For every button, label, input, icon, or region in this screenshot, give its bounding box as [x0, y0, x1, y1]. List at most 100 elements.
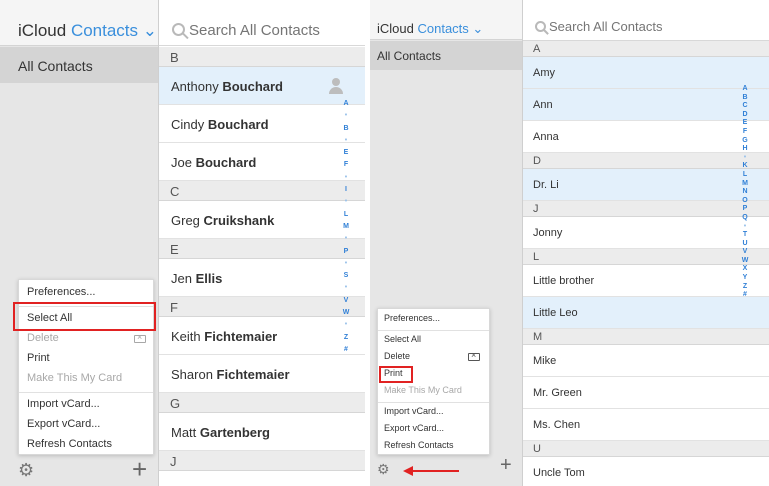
gear-icon[interactable]: ⚙: [18, 460, 34, 481]
index-letter[interactable]: •: [744, 223, 746, 230]
gear-icon[interactable]: ⚙: [377, 461, 390, 478]
contact-first-name: Ann: [533, 99, 553, 111]
index-letter[interactable]: U: [742, 240, 747, 247]
menu-item-import-vcard[interactable]: Import vCard...: [19, 395, 153, 414]
group-all-contacts[interactable]: All Contacts: [0, 47, 158, 83]
index-letter[interactable]: D: [742, 111, 747, 118]
index-letter[interactable]: M: [343, 223, 349, 230]
menu-item-import-vcard[interactable]: Import vCard...: [378, 404, 489, 419]
menu-item-label: Refresh Contacts: [384, 440, 454, 450]
index-letter[interactable]: B: [742, 94, 747, 101]
index-letter[interactable]: V: [743, 248, 748, 255]
contact-row[interactable]: Greg Cruikshank: [159, 201, 365, 239]
index-letter[interactable]: E: [743, 119, 748, 126]
index-letter[interactable]: O: [742, 197, 747, 204]
contact-row[interactable]: Anna: [523, 121, 769, 153]
contact-row[interactable]: Sharon Fichtemaier: [159, 355, 365, 393]
contact-row[interactable]: Jen Ellis: [159, 259, 365, 297]
menu-item-select-all[interactable]: Select All: [378, 332, 489, 347]
index-letter[interactable]: E: [344, 149, 349, 156]
menu-item-delete[interactable]: Delete: [378, 349, 489, 364]
menu-item-export-vcard[interactable]: Export vCard...: [19, 415, 153, 434]
index-letter[interactable]: F: [344, 161, 348, 168]
index-letter[interactable]: A: [343, 100, 348, 107]
index-letter[interactable]: •: [744, 154, 746, 161]
index-letter[interactable]: W: [343, 309, 350, 316]
app-brand[interactable]: iCloud Contacts ⌄: [0, 0, 158, 46]
index-letter[interactable]: P: [344, 248, 349, 255]
index-letter[interactable]: Z: [743, 283, 747, 290]
group-all-contacts[interactable]: All Contacts: [370, 41, 522, 70]
index-letter[interactable]: B: [343, 125, 348, 132]
index-letter[interactable]: C: [742, 102, 747, 109]
contact-row[interactable]: Keith Fichtemaier: [159, 317, 365, 355]
contact-row[interactable]: Little Leo: [523, 297, 769, 329]
alphabet-index[interactable]: A • B • E F • I • L M • P • S • V W • Z #: [339, 100, 353, 358]
section-header: E: [159, 239, 365, 259]
index-letter[interactable]: S: [344, 272, 349, 279]
menu-item-make-this-my-card: Make This My Card: [378, 383, 489, 398]
index-letter[interactable]: F: [743, 128, 747, 135]
menu-item-label: Make This My Card: [27, 372, 123, 384]
index-letter[interactable]: •: [345, 260, 347, 267]
index-letter[interactable]: W: [742, 257, 749, 264]
index-letter[interactable]: #: [344, 346, 348, 353]
index-letter[interactable]: •: [345, 137, 347, 144]
alphabet-index[interactable]: A B C D E F G H • K L M N O P Q • T U V W X Y Z #: [739, 85, 751, 300]
index-letter[interactable]: G: [742, 137, 747, 144]
contact-row[interactable]: Ann: [523, 89, 769, 121]
search-input[interactable]: [189, 22, 359, 39]
index-letter[interactable]: L: [743, 171, 747, 178]
menu-item-refresh-contacts[interactable]: Refresh Contacts: [378, 438, 489, 453]
index-letter[interactable]: M: [742, 180, 748, 187]
index-letter[interactable]: •: [345, 321, 347, 328]
index-letter[interactable]: Y: [743, 274, 748, 281]
index-letter[interactable]: #: [743, 291, 747, 298]
contact-row[interactable]: Anthony Bouchard: [159, 67, 365, 105]
index-letter[interactable]: X: [743, 265, 748, 272]
contact-row[interactable]: Mike: [523, 345, 769, 377]
index-letter[interactable]: T: [743, 231, 747, 238]
contact-row[interactable]: Matt Gartenberg: [159, 413, 365, 451]
menu-item-preferences[interactable]: Preferences...: [378, 311, 489, 326]
section-header: U: [523, 441, 769, 457]
search-input[interactable]: [549, 19, 719, 34]
index-letter[interactable]: Z: [344, 334, 348, 341]
contact-row[interactable]: Mr. Green: [523, 377, 769, 409]
person-icon: [329, 78, 343, 94]
index-letter[interactable]: K: [742, 162, 747, 169]
index-letter[interactable]: L: [344, 211, 348, 218]
index-letter[interactable]: •: [345, 235, 347, 242]
contact-row[interactable]: Little brother: [523, 265, 769, 297]
section-header: B: [159, 47, 365, 67]
menu-item-export-vcard[interactable]: Export vCard...: [378, 421, 489, 436]
delete-key-icon: [134, 332, 146, 343]
index-letter[interactable]: A: [742, 85, 747, 92]
contact-row[interactable]: Uncle Tom: [523, 457, 769, 486]
menu-item-print[interactable]: Print: [19, 349, 153, 368]
index-letter[interactable]: N: [742, 188, 747, 195]
menu-item-preferences[interactable]: Preferences...: [19, 283, 153, 302]
menu-item-label: Import vCard...: [384, 406, 444, 416]
index-letter[interactable]: •: [345, 198, 347, 205]
add-contact-icon[interactable]: +: [500, 454, 512, 477]
delete-key-icon: [468, 350, 480, 361]
index-letter[interactable]: P: [743, 205, 748, 212]
index-letter[interactable]: V: [344, 297, 349, 304]
contact-row[interactable]: Cindy Bouchard: [159, 105, 365, 143]
index-letter[interactable]: •: [345, 174, 347, 181]
contact-row[interactable]: Dr. Li: [523, 169, 769, 201]
contact-row[interactable]: Joe Bouchard: [159, 143, 365, 181]
contact-row[interactable]: Amy: [523, 57, 769, 89]
index-letter[interactable]: H: [742, 145, 747, 152]
index-letter[interactable]: I: [345, 186, 347, 193]
app-brand[interactable]: iCloud Contacts ⌄: [370, 0, 522, 40]
contact-row[interactable]: Jonny: [523, 217, 769, 249]
menu-item-label: Select All: [384, 334, 422, 344]
index-letter[interactable]: Q: [742, 214, 747, 221]
menu-item-refresh-contacts[interactable]: Refresh Contacts: [19, 435, 153, 454]
index-letter[interactable]: •: [345, 112, 347, 119]
index-letter[interactable]: •: [345, 284, 347, 291]
contact-row[interactable]: Ms. Chen: [523, 409, 769, 441]
add-contact-icon[interactable]: +: [132, 454, 147, 485]
